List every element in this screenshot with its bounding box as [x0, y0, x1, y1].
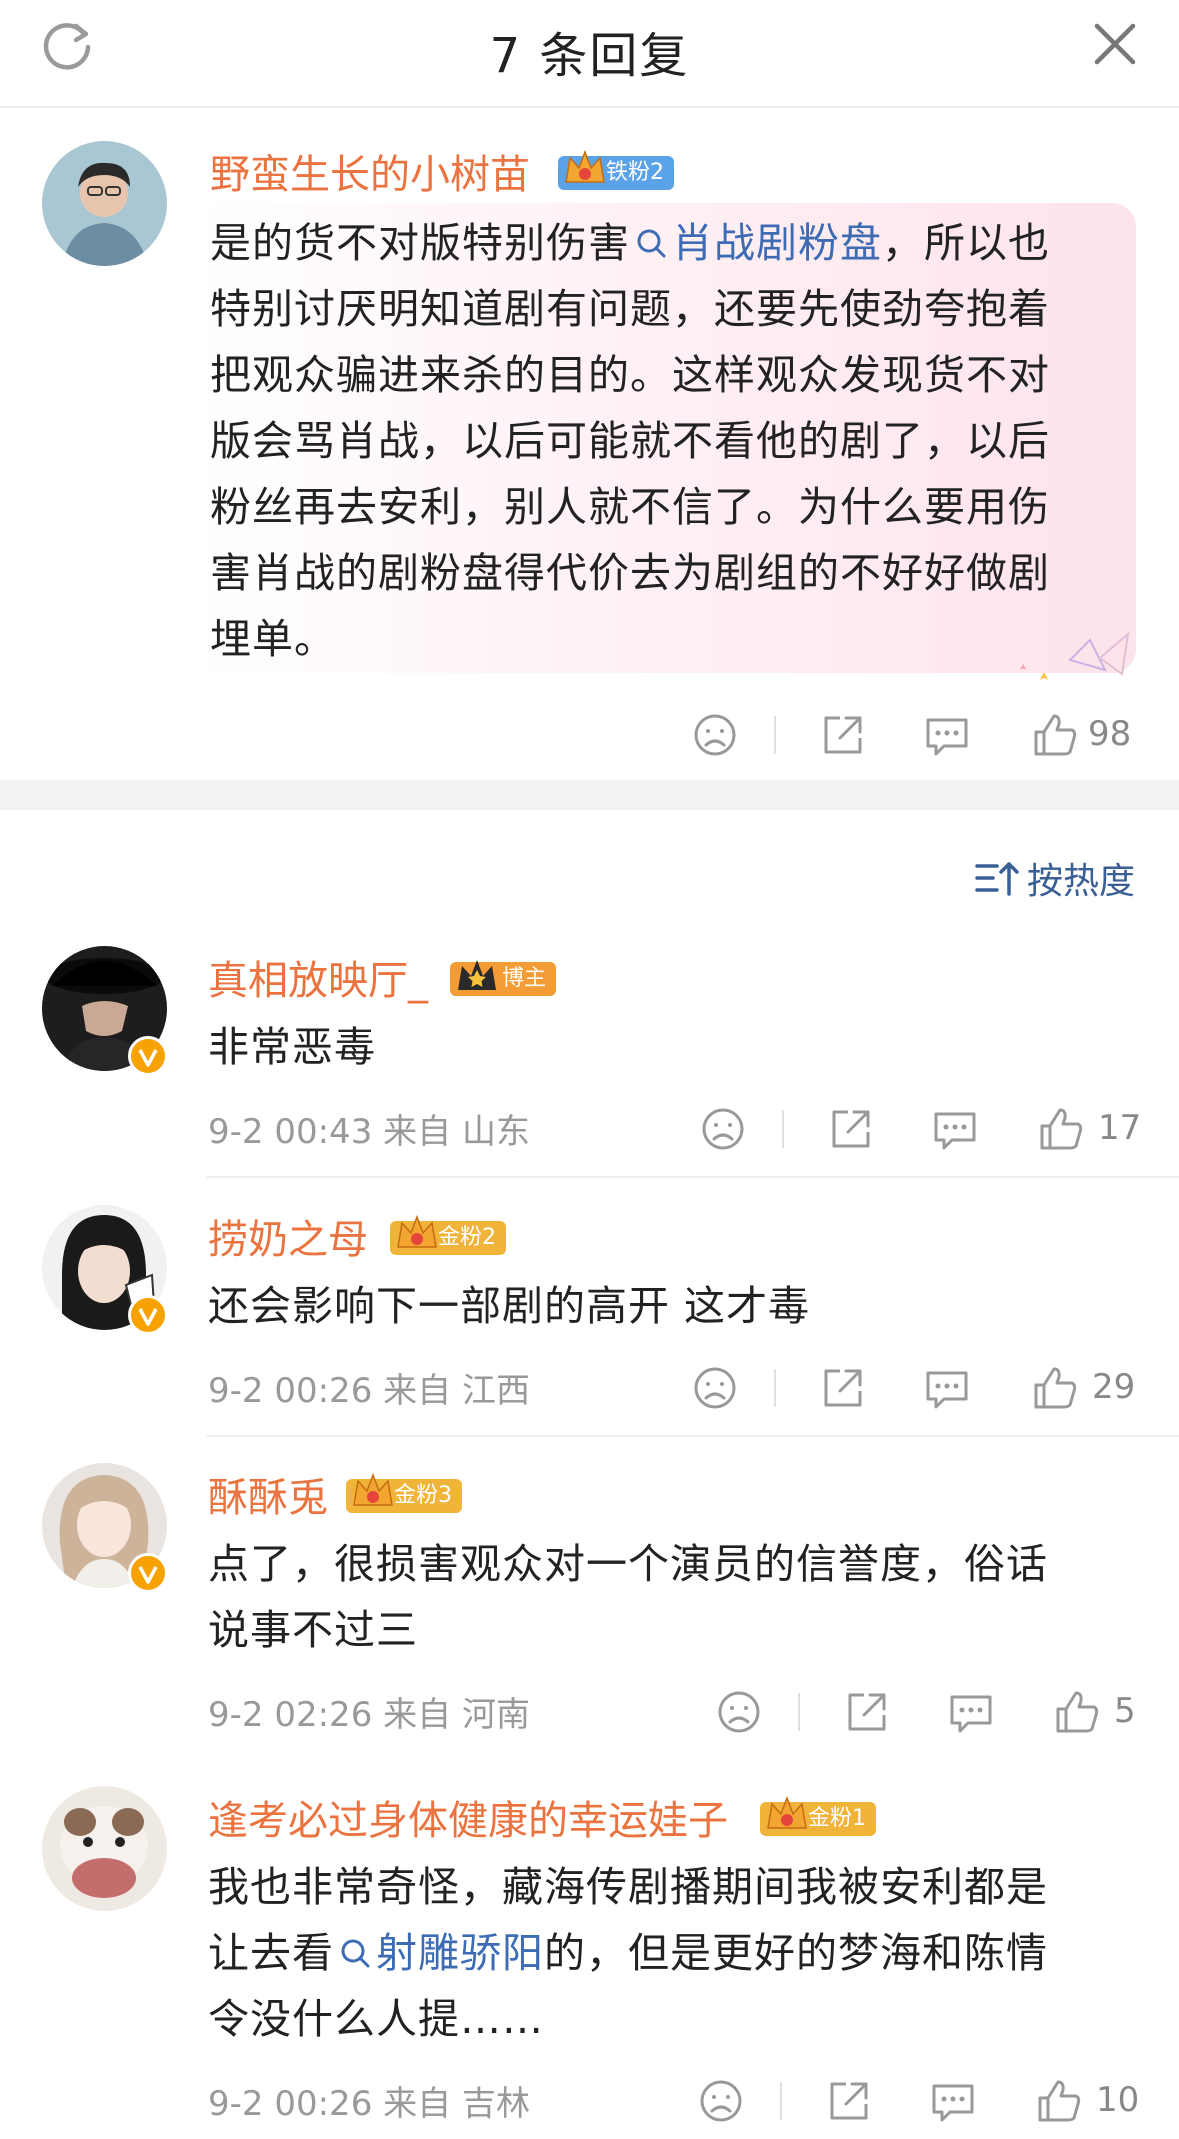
divider	[207, 1435, 1179, 1437]
blogger-tag: 博主	[450, 960, 557, 996]
reply-actions: 29	[690, 1363, 1150, 1423]
dislike-icon[interactable]	[690, 1363, 740, 1413]
crown-icon	[565, 149, 605, 183]
verified-badge	[128, 1295, 168, 1335]
reply-item: 真相放映厅_ 博主 非常恶毒 9-2 00:43 来自 山东 17	[0, 946, 1179, 1178]
like-icon[interactable]	[1052, 1687, 1102, 1737]
username[interactable]: 捞奶之母	[208, 1207, 368, 1265]
reply-actions: 5	[714, 1687, 1164, 1747]
share-icon[interactable]	[826, 1104, 876, 1154]
reply-meta: 9-2 02:26 来自 河南	[208, 1695, 530, 1735]
reply-text: 我也非常奇怪，藏海传剧播期间我被安利都是 让去看 射雕骄阳的，但是更好的梦海和陈情…	[208, 1863, 1048, 2043]
divider	[207, 1176, 1179, 1178]
close-icon[interactable]	[1089, 18, 1141, 70]
like-count: 17	[1098, 1108, 1142, 1148]
reply-text: 点了，很损害观众对一个演员的信誉度，俗话 说事不过三	[208, 1540, 1048, 1654]
crown-icon	[353, 1472, 393, 1506]
reply-item: 捞奶之母 金粉2 还会影响下一部剧的高开 这才毒 9-2 00:26 来自 江西…	[0, 1205, 1179, 1437]
badge-label: 博主	[502, 966, 547, 991]
main-comment: 野蛮生长的小树苗 铁粉2 是的货不对版特别伤害 肖战剧粉盘，所以也 特别讨厌明知道…	[0, 108, 1179, 780]
share-icon[interactable]	[818, 710, 868, 760]
badge-label: 金粉2	[438, 1225, 496, 1250]
reply-item: 逢考必过身体健康的幸运娃子 金粉1 我也非常奇怪，藏海传剧播期间我被安利都是 让…	[0, 1786, 1179, 2139]
badge-label: 铁粉2	[606, 160, 664, 185]
timestamp: 9-2 00:43	[208, 1112, 373, 1152]
divider	[774, 716, 776, 754]
reply-actions: 10	[696, 2076, 1156, 2136]
dislike-icon[interactable]	[714, 1687, 764, 1737]
crown-icon	[458, 960, 496, 990]
timestamp: 9-2 00:26	[208, 2084, 373, 2124]
share-icon[interactable]	[818, 1363, 868, 1413]
crown-icon	[767, 1795, 807, 1829]
timestamp: 9-2 02:26	[208, 1695, 373, 1735]
avatar[interactable]	[42, 1786, 167, 1911]
fan-badge: 金粉3	[346, 1472, 462, 1513]
like-icon[interactable]	[1036, 1104, 1086, 1154]
comment-icon[interactable]	[922, 710, 972, 760]
username[interactable]: 逢考必过身体健康的幸运娃子	[208, 1788, 728, 1846]
fan-badge: 金粉2	[390, 1214, 506, 1255]
dislike-icon[interactable]	[696, 2076, 746, 2126]
comment-text: 是的货不对版特别伤害 肖战剧粉盘，所以也 特别讨厌明知道剧有问题，还要先使劲夸抱着…	[210, 219, 1050, 663]
divider	[798, 1693, 800, 1731]
reply-item: 酥酥兎 金粉3 点了，很损害观众对一个演员的信誉度，俗话 说事不过三 9-2 0…	[0, 1463, 1179, 1761]
badge-label: 金粉3	[394, 1483, 452, 1508]
comment-actions: 98	[690, 710, 1150, 770]
search-icon	[637, 229, 666, 258]
share-icon[interactable]	[824, 2076, 874, 2126]
reply-meta: 9-2 00:43 来自 山东	[208, 1112, 530, 1152]
username[interactable]: 酥酥兎	[208, 1465, 328, 1523]
divider	[782, 1110, 784, 1148]
page-title: 7 条回复	[489, 28, 690, 84]
dislike-icon[interactable]	[690, 710, 740, 760]
header: 7 条回复	[0, 0, 1179, 108]
username[interactable]: 野蛮生长的小树苗	[210, 142, 530, 200]
location: 江西	[461, 1371, 530, 1411]
location: 吉林	[461, 2084, 530, 2124]
crown-icon	[397, 1214, 437, 1248]
like-count: 98	[1088, 714, 1132, 754]
sort-icon	[975, 862, 1019, 896]
username[interactable]: 真相放映厅_	[208, 948, 428, 1006]
divider	[774, 1369, 776, 1407]
sort-toggle[interactable]: 按热度	[975, 852, 1135, 902]
reply-meta: 9-2 00:26 来自 江西	[208, 1371, 530, 1411]
like-count: 10	[1096, 2080, 1140, 2120]
sort-label: 按热度	[1027, 861, 1136, 902]
like-count: 5	[1114, 1691, 1136, 1731]
timestamp: 9-2 00:26	[208, 1371, 373, 1411]
reply-text: 还会影响下一部剧的高开 这才毒	[208, 1282, 811, 1330]
reply-text: 非常恶毒	[208, 1023, 376, 1071]
comment-icon[interactable]	[922, 1363, 972, 1413]
like-count: 29	[1092, 1367, 1136, 1407]
like-icon[interactable]	[1030, 710, 1080, 760]
reply-meta: 9-2 00:26 来自 吉林	[208, 2084, 530, 2124]
verified-badge	[128, 1036, 168, 1076]
search-icon	[341, 1939, 370, 1968]
fan-badge: 金粉1	[760, 1795, 876, 1836]
reply-actions: 17	[698, 1104, 1158, 1164]
location: 山东	[461, 1112, 530, 1152]
divider	[780, 2082, 782, 2120]
comment-icon[interactable]	[930, 1104, 980, 1154]
topic-link[interactable]: 射雕骄阳	[334, 1929, 544, 1977]
location: 河南	[461, 1695, 530, 1735]
like-icon[interactable]	[1034, 2076, 1084, 2126]
share-icon[interactable]	[842, 1687, 892, 1737]
avatar[interactable]	[42, 141, 167, 266]
topic-link[interactable]: 肖战剧粉盘	[630, 219, 882, 267]
badge-label: 金粉1	[808, 1806, 866, 1831]
section-gap	[0, 780, 1179, 810]
like-icon[interactable]	[1030, 1363, 1080, 1413]
verified-badge	[128, 1553, 168, 1593]
comment-icon[interactable]	[946, 1687, 996, 1737]
fan-badge: 铁粉2	[558, 149, 674, 190]
comment-icon[interactable]	[928, 2076, 978, 2126]
dislike-icon[interactable]	[698, 1104, 748, 1154]
sparkle-decoration-icon	[1020, 631, 1130, 680]
